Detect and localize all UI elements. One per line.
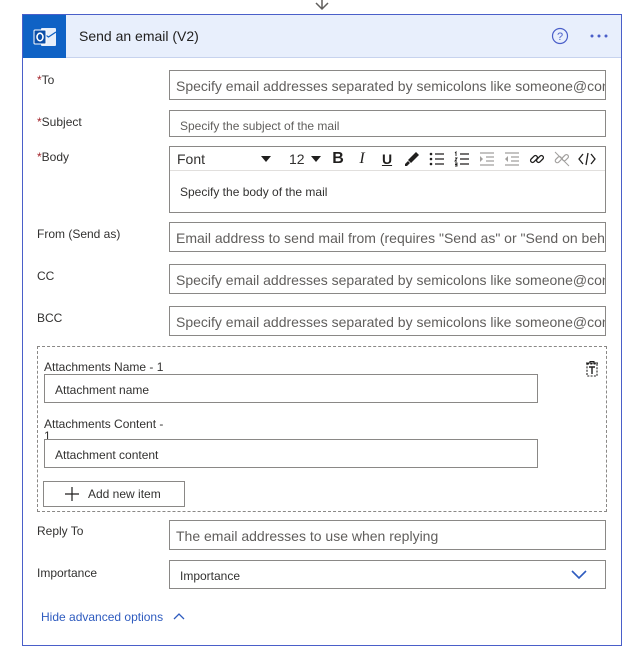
importance-dropdown[interactable]: Importance <box>169 560 606 589</box>
underline-button[interactable]: U <box>378 150 396 168</box>
chevron-down-icon[interactable] <box>261 156 271 162</box>
bold-button[interactable]: B <box>329 150 347 168</box>
chevron-up-icon[interactable] <box>173 612 185 620</box>
hide-advanced-options-link[interactable]: Hide advanced options <box>41 610 163 624</box>
card-title: Send an email (V2) <box>79 28 199 44</box>
send-email-action-card: Send an email (V2) ? *To Specify email a… <box>22 14 622 646</box>
paint-brush-icon[interactable] <box>403 150 421 168</box>
from-label: From (Send as) <box>37 227 121 241</box>
attachment-content-field[interactable]: Attachment content <box>44 439 538 468</box>
svg-text:?: ? <box>557 31 563 43</box>
plus-icon <box>65 487 79 501</box>
body-editor[interactable]: Font 12 B I U Specify the body of the ma… <box>169 146 606 213</box>
to-label-text: To <box>41 73 55 87</box>
code-view-icon[interactable] <box>578 150 596 168</box>
attachment-content-label-line1: Attachments Content - <box>44 417 164 431</box>
importance-label: Importance <box>37 566 98 580</box>
italic-button[interactable]: I <box>353 150 371 168</box>
subject-label: *Subject <box>37 115 82 129</box>
bcc-field[interactable]: Specify email addresses separated by sem… <box>169 306 606 336</box>
font-select[interactable]: Font <box>177 151 205 167</box>
font-size-select[interactable]: 12 <box>289 151 305 167</box>
cc-field[interactable]: Specify email addresses separated by sem… <box>169 264 606 294</box>
cc-label: CC <box>37 269 55 283</box>
chevron-down-icon[interactable] <box>571 570 587 580</box>
importance-value: Importance <box>180 569 241 583</box>
attachments-group: Attachments Name - 1 Attachment name Att… <box>37 346 607 512</box>
chevron-down-icon[interactable] <box>311 156 321 162</box>
attachment-name-label: Attachments Name - 1 <box>44 360 164 374</box>
body-placeholder[interactable]: Specify the body of the mail <box>180 185 327 199</box>
outdent-icon[interactable] <box>503 150 521 168</box>
subject-field[interactable]: Specify the subject of the mail <box>169 110 606 137</box>
subject-label-text: Subject <box>41 115 82 129</box>
to-field[interactable]: Specify email addresses separated by sem… <box>169 70 606 100</box>
add-new-item-label: Add new item <box>88 487 161 501</box>
numbered-list-icon[interactable] <box>453 150 471 168</box>
body-label-text: Body <box>41 150 70 164</box>
indent-icon[interactable] <box>478 150 496 168</box>
from-field[interactable]: Email address to send mail from (require… <box>169 222 606 252</box>
bcc-label: BCC <box>37 311 63 325</box>
body-label: *Body <box>37 150 69 164</box>
card-header[interactable]: Send an email (V2) ? <box>23 15 621 58</box>
help-icon[interactable]: ? <box>551 27 569 45</box>
flow-arrow-icon <box>315 0 329 11</box>
reply-to-label: Reply To <box>37 524 84 538</box>
delete-item-icon[interactable] <box>583 360 601 378</box>
outlook-icon <box>23 15 66 58</box>
editor-toolbar: Font 12 B I U <box>170 147 605 171</box>
reply-to-field[interactable]: The email addresses to use when replying <box>169 520 606 550</box>
to-label: *To <box>37 73 54 87</box>
attachment-name-field[interactable]: Attachment name <box>44 374 538 403</box>
bullet-list-icon[interactable] <box>428 150 446 168</box>
more-icon[interactable] <box>588 27 610 45</box>
unlink-icon[interactable] <box>553 150 571 168</box>
link-icon[interactable] <box>528 150 546 168</box>
add-new-item-button[interactable]: Add new item <box>43 481 185 507</box>
